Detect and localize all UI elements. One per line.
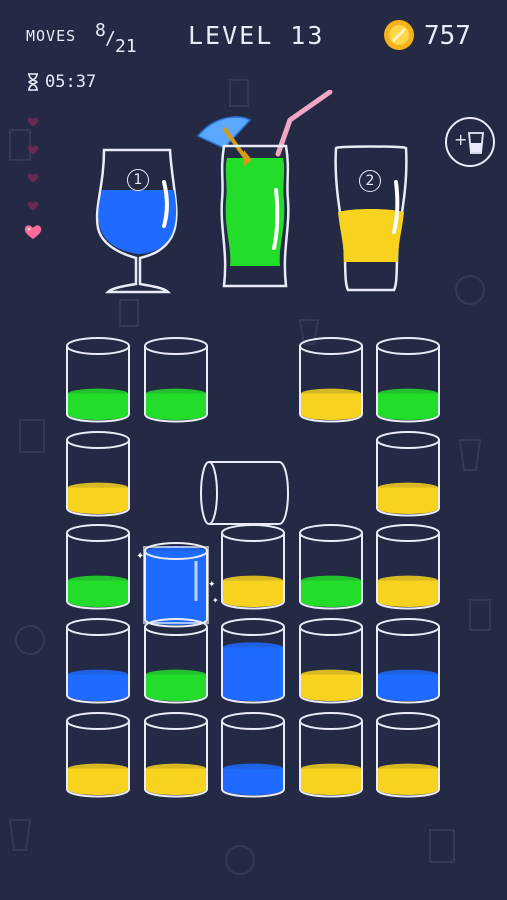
cup[interactable] (219, 523, 287, 610)
heart-empty-icon (27, 117, 39, 127)
cup-icon (66, 524, 130, 610)
add-glass-icon (468, 132, 484, 154)
cup-icon (376, 431, 440, 517)
heart-empty-icon (27, 145, 39, 155)
cup[interactable] (64, 523, 132, 610)
cup[interactable] (64, 430, 132, 517)
cup-icon (66, 618, 130, 704)
drink-number: 1 (127, 169, 149, 191)
cup[interactable] (219, 617, 287, 704)
cup[interactable] (142, 336, 210, 423)
cup[interactable] (297, 523, 365, 610)
cup[interactable] (374, 523, 442, 610)
empty-cup-tipped[interactable] (199, 460, 289, 526)
drink-number: 2 (359, 170, 381, 192)
cup-icon (66, 431, 130, 517)
coin-count: 757 (424, 21, 471, 51)
cup-icon (200, 461, 289, 525)
level-title: LEVEL 13 (188, 21, 325, 50)
cup-icon (221, 618, 285, 704)
beer-glass-icon (334, 145, 408, 292)
coin-icon (384, 20, 414, 50)
cup-icon: ✦✦✦ (136, 542, 219, 628)
cup[interactable] (374, 711, 442, 798)
cup-icon (144, 618, 208, 704)
cup[interactable] (374, 336, 442, 423)
cup[interactable] (297, 711, 365, 798)
moves-total: 21 (115, 36, 137, 57)
cup-icon (299, 337, 363, 423)
cup-icon (299, 712, 363, 798)
cup[interactable] (64, 336, 132, 423)
timer: 05:37 (45, 72, 97, 92)
cup-icon (221, 712, 285, 798)
cup[interactable] (219, 711, 287, 798)
cup-icon (376, 712, 440, 798)
cup[interactable] (297, 617, 365, 704)
beer-glass: 2 (332, 142, 410, 296)
cup[interactable] (374, 430, 442, 517)
heart-empty-icon (27, 201, 39, 211)
cup[interactable] (64, 617, 132, 704)
svg-text:✦: ✦ (208, 580, 216, 590)
add-plus: + (454, 130, 468, 149)
cup-icon (376, 337, 440, 423)
hourglass-icon (28, 73, 38, 91)
add-glass-button[interactable]: + (445, 117, 495, 167)
cup-icon (376, 524, 440, 610)
cup[interactable] (64, 711, 132, 798)
cup-icon (221, 524, 285, 610)
cup[interactable] (142, 711, 210, 798)
svg-text:✦: ✦ (212, 596, 219, 605)
heart-empty-icon (27, 173, 39, 183)
selected-cup[interactable]: ✦ ✦ ✦ (136, 541, 219, 628)
green-mojito (194, 89, 334, 296)
mojito-glass-icon (196, 89, 333, 288)
cup-icon (144, 337, 208, 423)
cup-icon (66, 712, 130, 798)
cup[interactable] (374, 617, 442, 704)
cup[interactable] (297, 336, 365, 423)
cup-icon (376, 618, 440, 704)
cup-icon (144, 712, 208, 798)
cup-icon (66, 337, 130, 423)
moves-label: MOVES (26, 27, 77, 45)
blue-cocktail: 1 (92, 146, 184, 296)
heart-icon (24, 225, 42, 239)
cup-icon (299, 524, 363, 610)
cup[interactable] (142, 617, 210, 704)
cup-icon (299, 618, 363, 704)
